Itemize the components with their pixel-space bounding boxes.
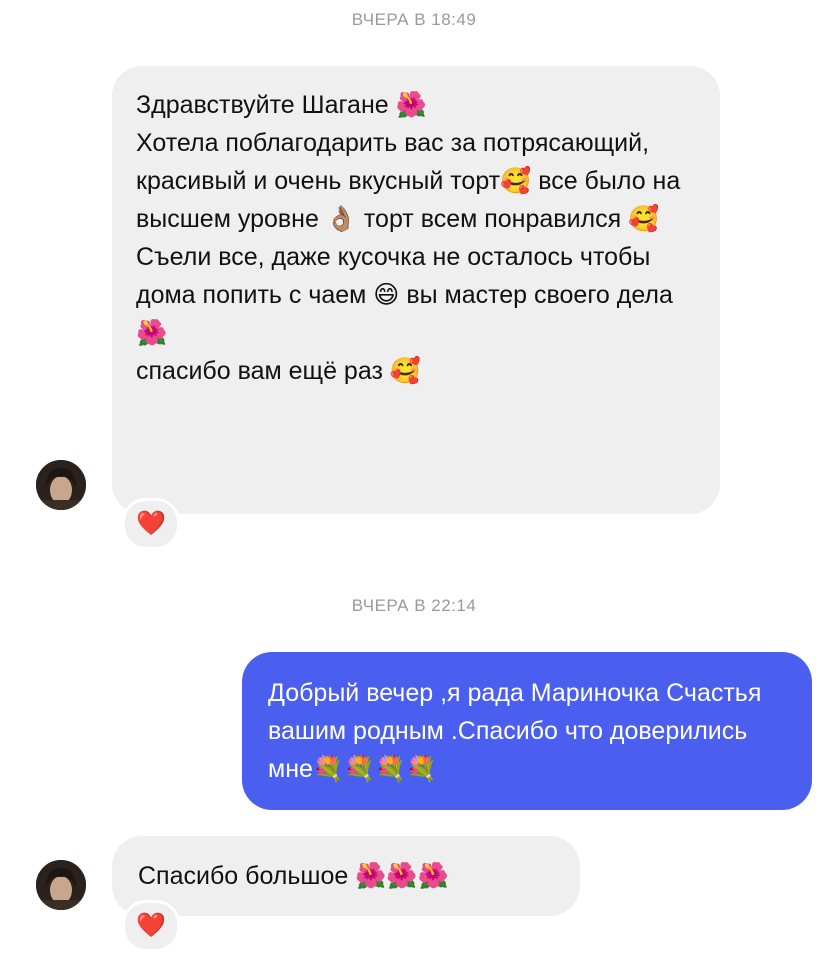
message-bubble-sent[interactable]: Добрый вечер ,я рада Мариночка Счастья в… (242, 652, 812, 810)
timestamp-1: ВЧЕРА В 18:49 (351, 10, 477, 29)
timestamp-2: ВЧЕРА В 22:14 (351, 596, 477, 615)
message-bubble-received[interactable]: Спасибо большое 🌺🌺🌺 (112, 836, 580, 916)
avatar[interactable] (36, 860, 86, 910)
message-bubble-received[interactable]: Здравствуйте Шагане 🌺 Хотела поблагодари… (112, 66, 720, 514)
avatar[interactable] (36, 460, 86, 510)
heart-reaction[interactable]: ❤️ (122, 498, 180, 550)
heart-reaction[interactable]: ❤️ (122, 900, 180, 952)
